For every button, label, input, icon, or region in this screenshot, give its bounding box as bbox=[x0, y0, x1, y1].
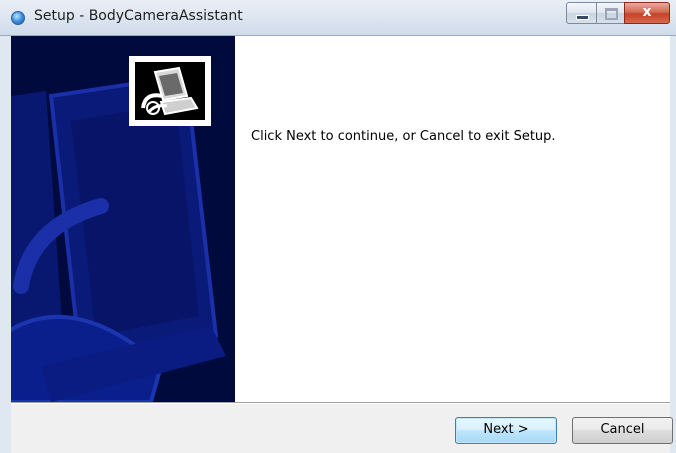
logo-frame bbox=[129, 56, 211, 126]
installer-computer-icon bbox=[135, 62, 205, 120]
setup-app-icon[interactable] bbox=[11, 11, 25, 25]
instruction-text: Click Next to continue, or Cancel to exi… bbox=[251, 129, 556, 144]
minimize-button[interactable] bbox=[566, 2, 597, 24]
window-frame-left bbox=[0, 36, 11, 453]
close-icon: x bbox=[642, 4, 652, 20]
window-frame-right bbox=[670, 36, 676, 453]
wizard-footer: Next > Cancel bbox=[11, 404, 673, 453]
maximize-button bbox=[596, 2, 625, 24]
window-title: Setup - BodyCameraAssistant bbox=[34, 8, 243, 24]
next-button[interactable]: Next > bbox=[455, 417, 557, 444]
title-bar[interactable]: Setup - BodyCameraAssistant x bbox=[0, 0, 676, 36]
wizard-content: Click Next to continue, or Cancel to exi… bbox=[235, 36, 670, 402]
minimize-icon bbox=[576, 15, 589, 20]
wizard-banner bbox=[11, 36, 235, 402]
close-button[interactable]: x bbox=[624, 2, 670, 24]
setup-window: Setup - BodyCameraAssistant x Click Next… bbox=[0, 0, 676, 453]
cancel-button[interactable]: Cancel bbox=[572, 417, 673, 444]
maximize-icon bbox=[605, 8, 618, 20]
